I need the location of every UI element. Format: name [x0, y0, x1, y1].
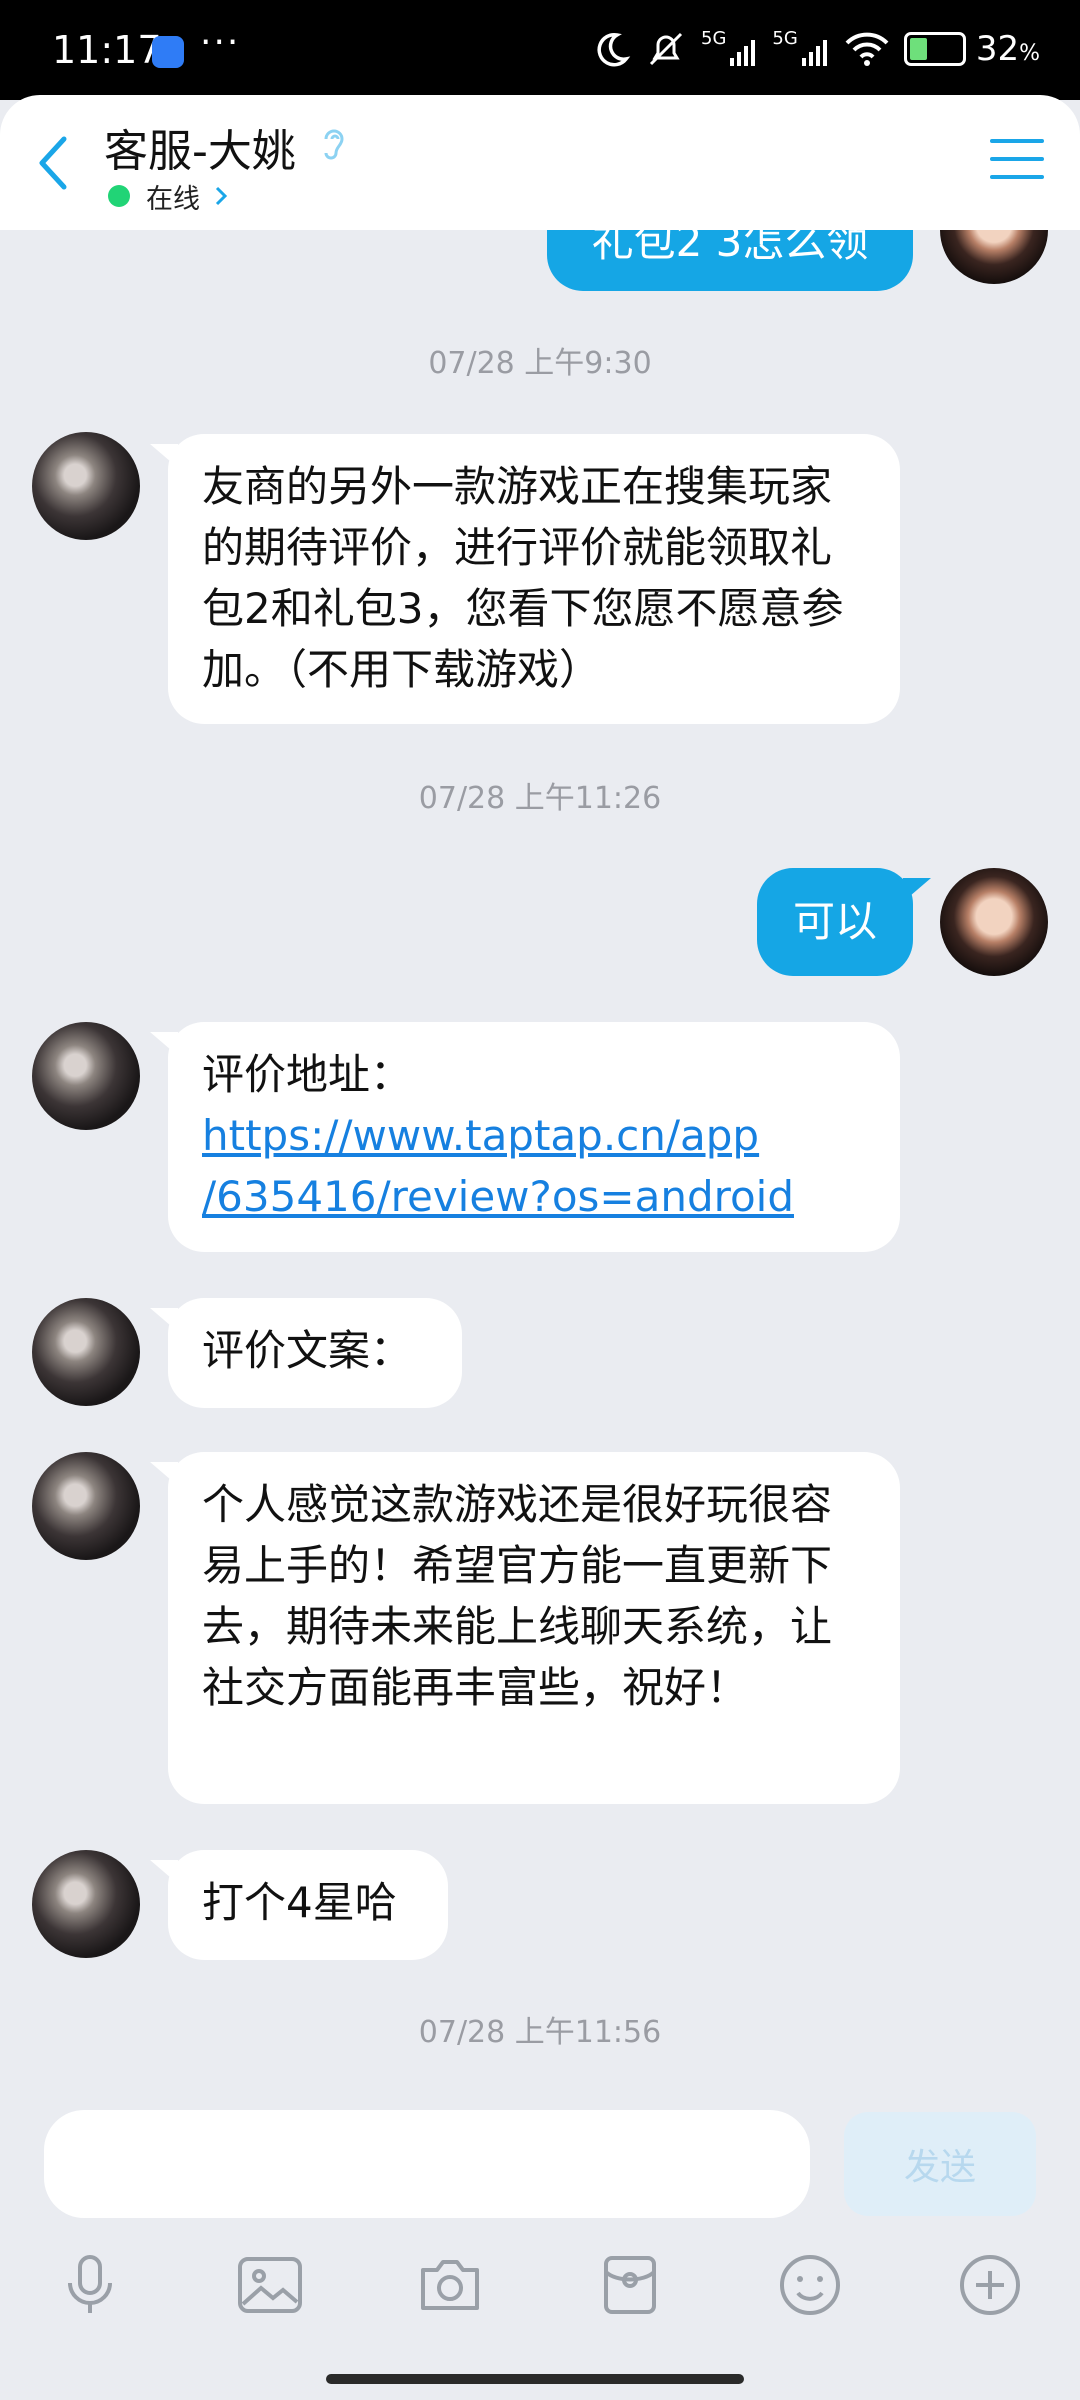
message-bubble-incoming[interactable]: 评价文案：: [150, 1298, 462, 1408]
image-icon[interactable]: [235, 2250, 305, 2320]
review-link-line1[interactable]: https://www.taptap.cn/app: [202, 1111, 759, 1160]
message-bubble-incoming[interactable]: 友商的另外一款游戏正在搜集玩家的期待评价，进行评价就能领取礼包2和礼包3，您看下…: [150, 434, 900, 724]
ear-icon[interactable]: [318, 123, 350, 167]
message-bubble-incoming[interactable]: 评价地址： https://www.taptap.cn/app /635416/…: [150, 1022, 900, 1252]
chat-header: 客服-大姚 在线: [0, 95, 1080, 230]
back-icon[interactable]: [34, 133, 74, 193]
message-text: 友商的另外一款游戏正在搜集玩家的期待评价，进行评价就能领取礼包2和礼包3，您看下…: [202, 462, 844, 694]
message-bubble-incoming[interactable]: 个人感觉这款游戏还是很好玩很容易上手的！希望官方能一直更新下去，期待未来能上线聊…: [150, 1452, 900, 1804]
message-timestamp: 07/28 上午11:26: [418, 781, 662, 816]
online-status-dot: [108, 185, 130, 207]
signal-5g-1: 5G: [701, 30, 758, 68]
microphone-icon[interactable]: [55, 2250, 125, 2320]
mute-bell-icon: [649, 32, 683, 66]
emoji-icon[interactable]: [775, 2250, 845, 2320]
red-packet-icon[interactable]: [595, 2250, 665, 2320]
moon-icon: [597, 32, 631, 67]
chat-title: 客服-大姚: [104, 126, 296, 177]
camera-icon[interactable]: [415, 2250, 485, 2320]
send-button[interactable]: 发送: [844, 2112, 1036, 2216]
avatar-agent[interactable]: [32, 1022, 140, 1130]
battery-icon: [903, 32, 966, 66]
battery-percent-unit: %: [1019, 41, 1040, 66]
message-bubble-outgoing[interactable]: 礼包2 3怎么领: [547, 230, 913, 291]
more-notifications-icon: ···: [200, 22, 241, 63]
avatar-agent[interactable]: [32, 432, 140, 540]
avatar-agent[interactable]: [32, 1298, 140, 1406]
signal-5g-2: 5G: [772, 30, 829, 68]
chat-messages[interactable]: 礼包2 3怎么领 07/28 上午9:30 友商的另外一款游戏正在搜集玩家的期待…: [0, 230, 1080, 2100]
battery-percent: 32%: [976, 29, 1040, 69]
message-text: 评价地址：: [202, 1050, 413, 1099]
message-timestamp: 07/28 上午11:56: [418, 2015, 662, 2050]
avatar-agent[interactable]: [32, 1850, 140, 1958]
avatar-self[interactable]: [940, 230, 1048, 284]
status-bar: 11:17 ··· 5G 5G 32%: [0, 0, 1080, 100]
home-indicator[interactable]: [326, 2374, 744, 2384]
message-bubble-outgoing[interactable]: 可以: [757, 868, 931, 976]
review-link-line2[interactable]: /635416/review?os=android: [202, 1172, 794, 1221]
message-bubble-incoming[interactable]: 打个4星哈: [150, 1850, 448, 1960]
status-time: 11:17: [52, 28, 162, 72]
plus-icon[interactable]: [955, 2250, 1025, 2320]
review-link[interactable]: https://www.taptap.cn/app /635416/review…: [202, 1111, 794, 1221]
avatar-self[interactable]: [940, 868, 1048, 976]
battery-percent-value: 32: [975, 29, 1020, 69]
menu-icon[interactable]: [990, 139, 1044, 181]
message-text: 礼包2 3怎么领: [591, 230, 869, 266]
online-status-text[interactable]: 在线: [146, 177, 200, 216]
message-input[interactable]: [44, 2110, 810, 2218]
status-icons: 5G 5G 32%: [591, 28, 1040, 70]
network-type-label: 5G: [772, 28, 798, 49]
network-type-label: 5G: [701, 28, 727, 49]
message-text: 评价文案：: [202, 1326, 413, 1375]
battery-indicator: 32%: [903, 29, 1040, 69]
message-text: 打个4星哈: [202, 1878, 397, 1927]
input-toolbar: [0, 2250, 1080, 2330]
chevron-right-icon[interactable]: [214, 185, 228, 207]
message-text: 个人感觉这款游戏还是很好玩很容易上手的！希望官方能一直更新下去，期待未来能上线聊…: [202, 1480, 833, 1712]
wifi-icon: [845, 32, 889, 66]
signal-icon: [801, 40, 827, 66]
signal-icon: [730, 40, 756, 66]
avatar-agent[interactable]: [32, 1452, 140, 1560]
message-timestamp: 07/28 上午9:30: [428, 346, 652, 381]
app-notification-icon: [152, 36, 184, 68]
message-text: 可以: [792, 897, 877, 946]
